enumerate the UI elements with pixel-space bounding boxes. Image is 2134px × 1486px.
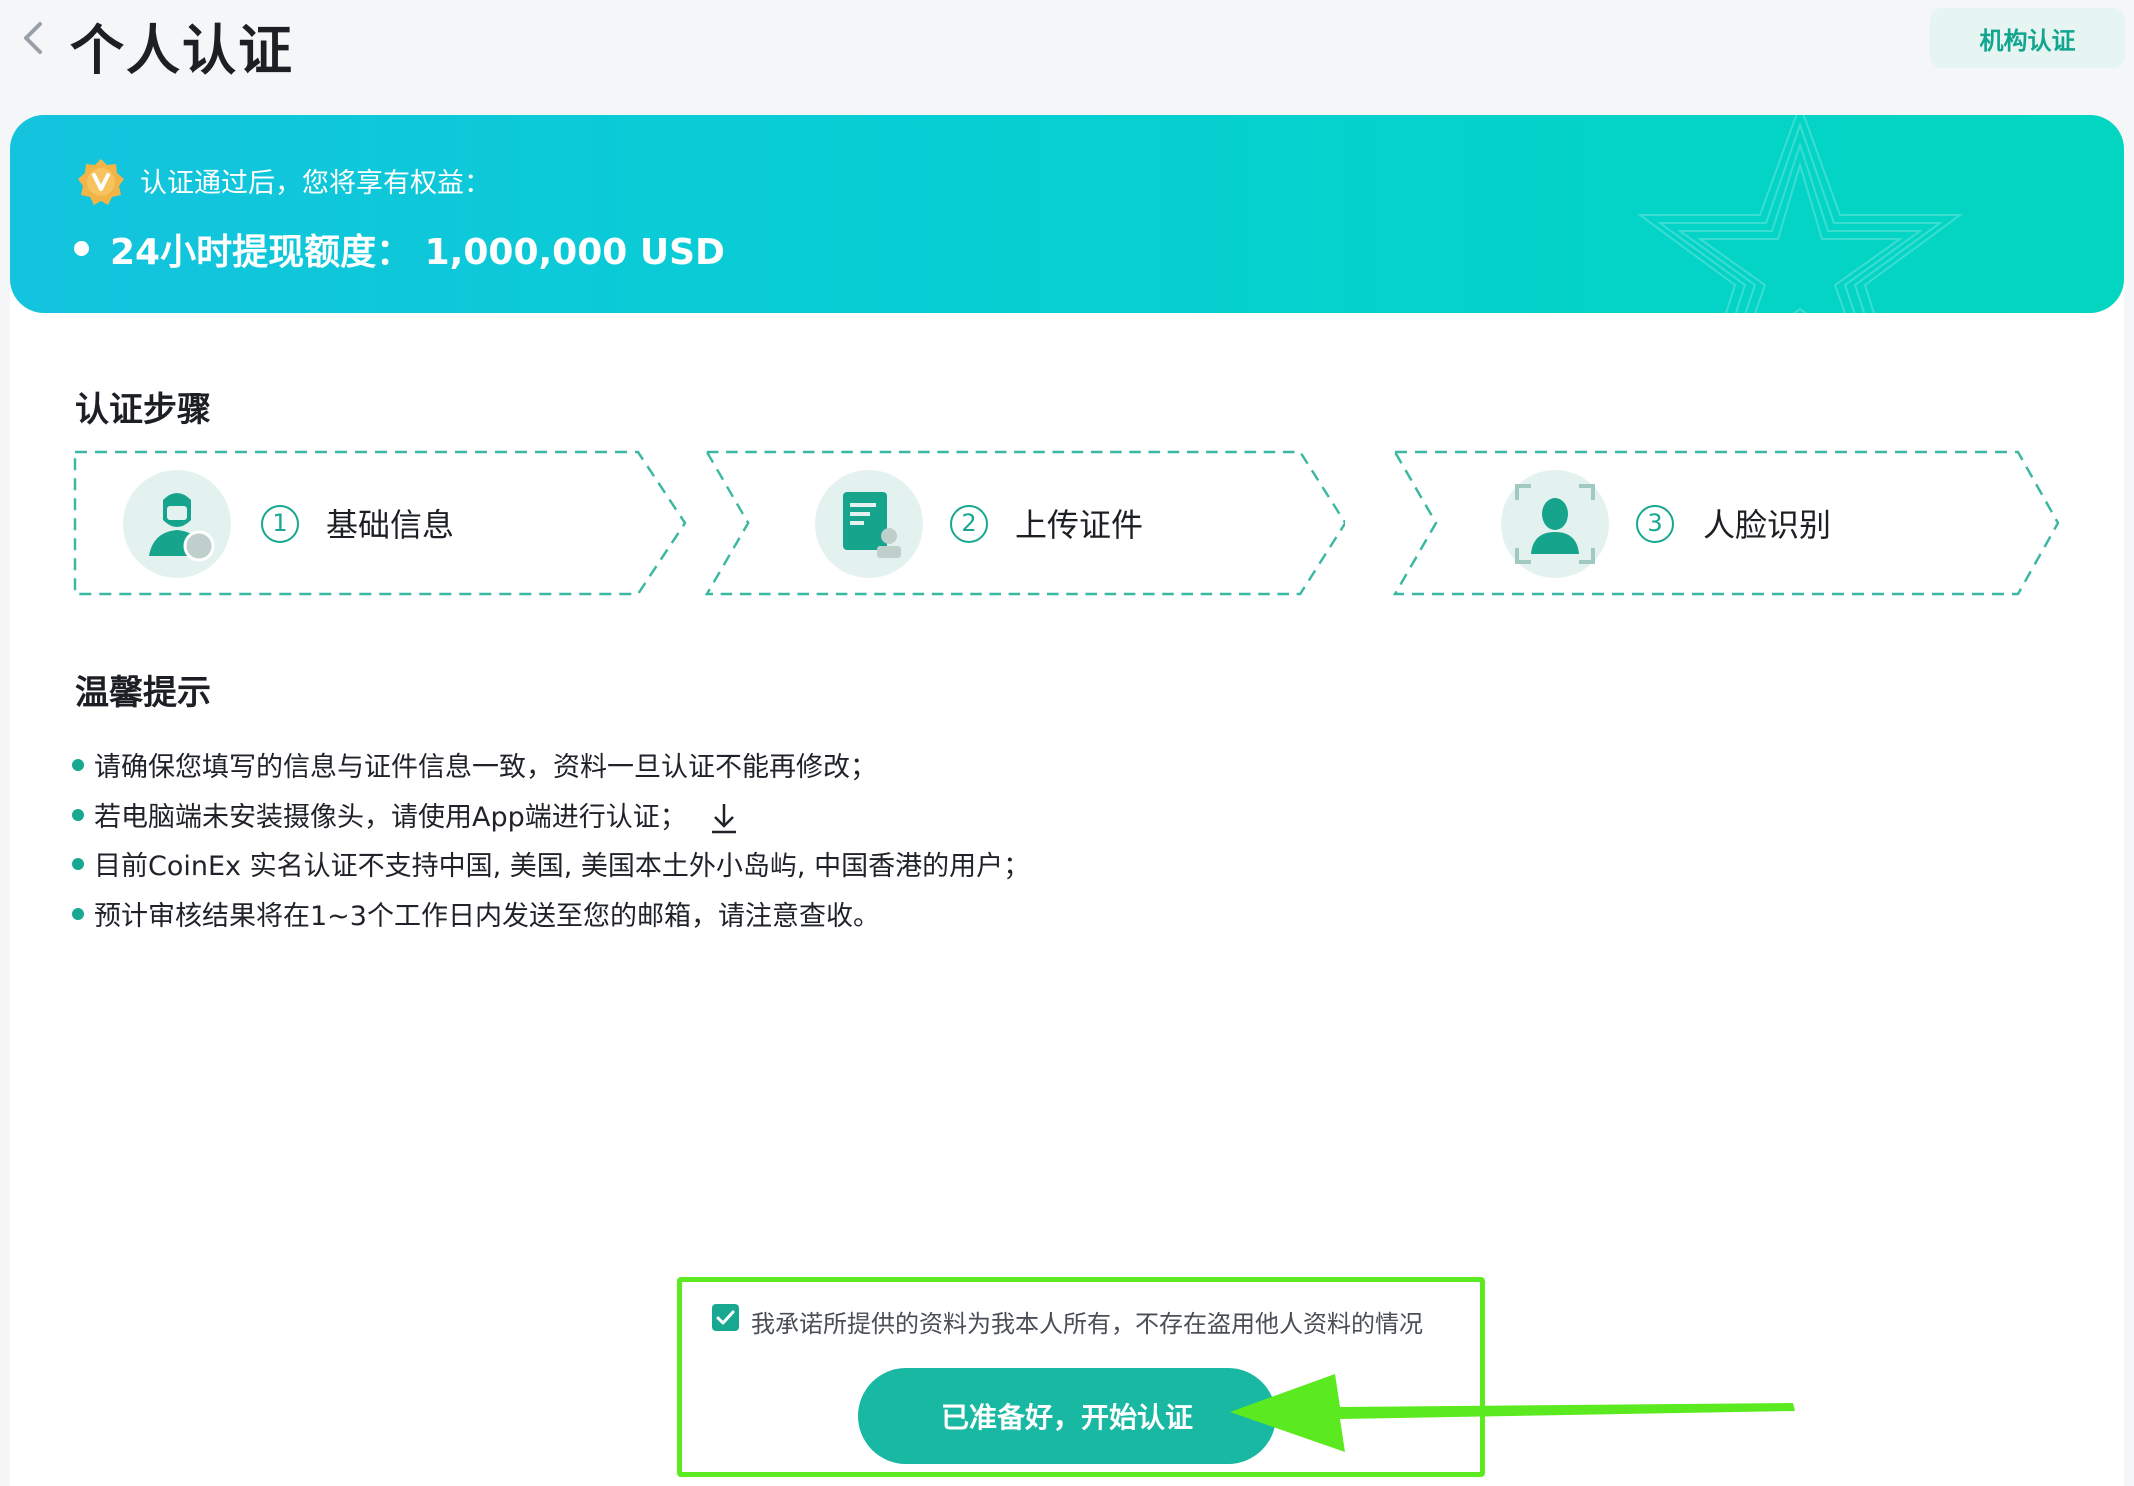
step-label: 上传证件 — [1015, 506, 1144, 544]
bullet-dot — [72, 907, 84, 920]
verified-badge-icon — [78, 159, 124, 205]
benefits-banner: 认证通过后，您将享有权益： 24小时提现额度： 1,000,000 USD — [10, 115, 2124, 313]
page-header: 个人认证 机构认证 — [0, 0, 2134, 115]
step-label: 基础信息 — [326, 506, 455, 544]
bullet-dot — [74, 241, 89, 256]
list-item: 目前CoinEx 实名认证不支持中国, 美国, 美国本土外小岛屿, 中国香港的用… — [72, 844, 1030, 894]
agreement-checkbox[interactable] — [712, 1304, 739, 1331]
step-number: 2 — [950, 505, 988, 543]
user-info-icon — [123, 470, 231, 578]
tips-section-title: 温馨提示 — [75, 673, 211, 713]
list-item: 预计审核结果将在1~3个工作日内发送至您的邮箱，请注意查收。 — [72, 894, 1030, 944]
page-title: 个人认证 — [70, 19, 294, 82]
download-icon[interactable] — [709, 801, 739, 835]
tip-text: 请确保您填写的信息与证件信息一致，资料一旦认证不能再修改； — [94, 752, 877, 783]
banner-intro-text: 认证通过后，您将享有权益： — [140, 168, 491, 199]
step-upload-document: 2 上传证件 — [705, 450, 1345, 596]
id-document-icon — [815, 470, 923, 578]
list-item: 若电脑端未安装摄像头，请使用App端进行认证； — [72, 795, 1030, 845]
face-scan-icon — [1501, 470, 1609, 578]
steps-section-title: 认证步骤 — [75, 390, 211, 430]
step-number: 3 — [1636, 505, 1674, 543]
bullet-dot — [72, 858, 84, 870]
tip-text: 若电脑端未安装摄像头，请使用App端进行认证； — [94, 801, 687, 833]
agreement-text: 我承诺所提供的资料为我本人所有，不存在盗用他人资料的情况 — [751, 1310, 1423, 1338]
step-number: 1 — [261, 505, 299, 543]
tip-text: 目前CoinEx 实名认证不支持中国, 美国, 美国本土外小岛屿, 中国香港的用… — [94, 851, 1031, 882]
bullet-dot — [72, 808, 84, 821]
organization-verification-button[interactable]: 机构认证 — [1930, 8, 2125, 68]
back-arrow-icon[interactable] — [14, 18, 54, 58]
step-face-recognition: 3 人脸识别 — [1393, 450, 2060, 596]
step-basic-info: 1 基础信息 — [73, 450, 713, 596]
star-watermark-icon — [1636, 115, 1964, 313]
pointer-arrow-icon — [1230, 1374, 1795, 1452]
list-item: 请确保您填写的信息与证件信息一致，资料一旦认证不能再修改； — [72, 745, 1030, 795]
withdrawal-limit-text: 24小时提现额度： 1,000,000 USD — [110, 232, 725, 273]
tip-text: 预计审核结果将在1~3个工作日内发送至您的邮箱，请注意查收。 — [94, 900, 880, 932]
step-label: 人脸识别 — [1703, 506, 1832, 544]
bullet-dot — [72, 759, 84, 771]
tips-list: 请确保您填写的信息与证件信息一致，资料一旦认证不能再修改； 若电脑端未安装摄像头… — [72, 745, 1030, 943]
checkmark-icon — [716, 1310, 735, 1325]
